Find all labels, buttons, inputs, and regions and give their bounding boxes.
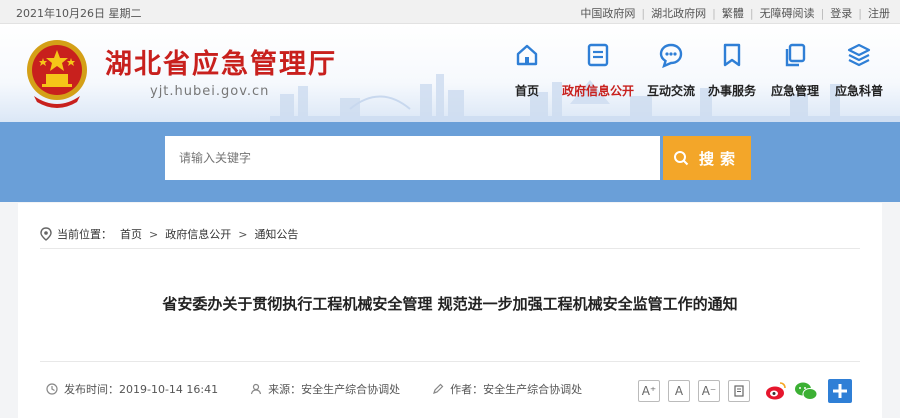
link-login[interactable]: 登录 [830, 5, 852, 21]
nav-item-services[interactable]: 办事服务 [702, 42, 762, 99]
breadcrumb-home[interactable]: 首页 [120, 226, 142, 242]
search-button-label: 搜索 [698, 149, 741, 168]
print-button[interactable] [728, 380, 750, 402]
site-title[interactable]: 湖北省应急管理厅 [105, 42, 337, 81]
plus-icon [828, 379, 852, 403]
pencil-icon [433, 383, 444, 394]
publish-time: 发布时间：2019-10-14 16:41 [46, 381, 218, 397]
nav-item-home[interactable]: 首页 [500, 42, 554, 99]
breadcrumb-separator: > [149, 227, 159, 241]
link-traditional-chinese[interactable]: 繁體 [722, 5, 744, 21]
wechat-icon [795, 382, 818, 400]
article-source: 来源：安全生产综合协调处 [250, 381, 400, 397]
breadcrumb-separator: > [238, 227, 248, 241]
separator: | [641, 6, 646, 20]
site-header: 湖北省应急管理厅 yjt.hubei.gov.cn 首页 政府信息公开 互动交流… [0, 24, 900, 122]
nav-label: 政府信息公开 [561, 84, 634, 98]
breadcrumb: 当前位置： 首页 > 政府信息公开 > 通知公告 [40, 226, 298, 242]
breadcrumb-prefix: 当前位置： [57, 228, 112, 241]
top-links: 中国政府网 | 湖北政府网 | 繁體 | 无障碍阅读 | 登录 | 注册 [580, 5, 890, 21]
nav-label: 首页 [514, 84, 539, 98]
clock-icon [46, 383, 58, 395]
separator: | [712, 6, 716, 20]
nav-item-emergency-mgmt[interactable]: 应急管理 [764, 42, 826, 99]
font-size-large-button[interactable]: A⁺ [638, 380, 660, 402]
nav-label: 应急科普 [834, 84, 883, 98]
article-author: 作者：安全生产综合协调处 [432, 381, 582, 397]
search-icon [673, 151, 689, 166]
article-title: 省安委办关于贯彻执行工程机械安全管理 规范进一步加强工程机械安全监管工作的通知 [162, 295, 738, 313]
share-wechat-button[interactable] [794, 379, 818, 403]
share-weibo-button[interactable] [764, 379, 788, 403]
nav-label: 应急管理 [770, 84, 819, 98]
weibo-icon [766, 382, 786, 400]
main-nav: 首页 政府信息公开 互动交流 办事服务 应急管理 应急科普 [500, 42, 892, 99]
separator: | [858, 6, 862, 20]
divider [40, 361, 860, 362]
print-icon [734, 385, 744, 397]
user-icon [251, 383, 262, 395]
location-pin-icon [40, 227, 52, 241]
article-tools: A⁺ A A⁻ [638, 379, 852, 403]
search-button[interactable]: 搜索 [663, 136, 751, 180]
breadcrumb-gov-info[interactable]: 政府信息公开 [165, 226, 231, 242]
current-date: 2021年10月26日 星期二 [16, 7, 142, 20]
breadcrumb-notices[interactable]: 通知公告 [254, 226, 298, 242]
divider [40, 248, 860, 249]
national-emblem-logo [27, 40, 87, 108]
publish-time-text: 发布时间：2019-10-14 16:41 [64, 383, 219, 396]
article-meta: 发布时间：2019-10-14 16:41 来源：安全生产综合协调处 作者：安全… [46, 381, 614, 397]
font-size-small-button[interactable]: A⁻ [698, 380, 720, 402]
source-text: 来源：安全生产综合协调处 [268, 383, 401, 396]
bookmark-icon [723, 43, 741, 67]
chat-bubble-icon [659, 43, 683, 68]
search-input[interactable] [165, 136, 660, 180]
copy-icon [785, 43, 806, 67]
separator: | [749, 6, 754, 20]
separator: | [820, 6, 825, 20]
home-icon [516, 44, 538, 66]
document-list-icon [587, 43, 609, 67]
font-size-medium-button[interactable]: A [668, 380, 690, 402]
link-hubei-gov[interactable]: 湖北政府网 [651, 5, 706, 21]
nav-label: 互动交流 [646, 84, 695, 98]
author-text: 作者：安全生产综合协调处 [450, 383, 583, 396]
nav-item-science[interactable]: 应急科普 [828, 42, 890, 99]
nav-item-interaction[interactable]: 互动交流 [642, 42, 700, 99]
article-card: 当前位置： 首页 > 政府信息公开 > 通知公告 省安委办关于贯彻执行工程机械安… [18, 203, 882, 418]
layers-icon [847, 43, 871, 67]
nav-item-gov-info[interactable]: 政府信息公开 [556, 42, 640, 99]
share-more-button[interactable] [828, 379, 852, 403]
link-accessibility[interactable]: 无障碍阅读 [760, 5, 815, 21]
nav-label: 办事服务 [707, 84, 756, 98]
site-domain: yjt.hubei.gov.cn [150, 84, 270, 99]
link-gov-cn[interactable]: 中国政府网 [580, 5, 635, 21]
top-bar: 2021年10月26日 星期二 中国政府网 | 湖北政府网 | 繁體 | 无障碍… [0, 0, 900, 24]
link-register[interactable]: 注册 [868, 5, 890, 21]
